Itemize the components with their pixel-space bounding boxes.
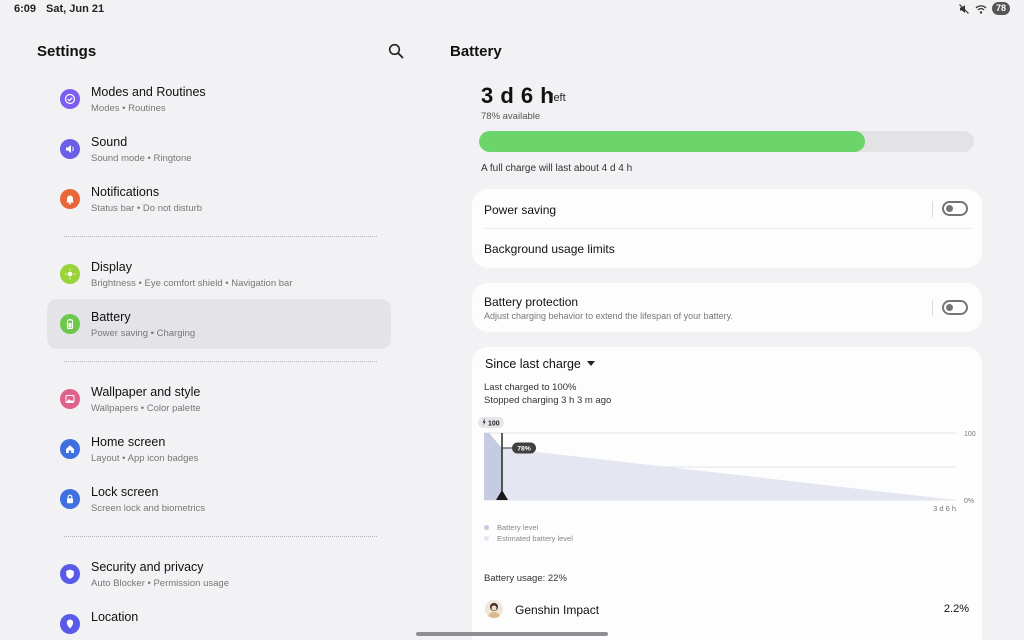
legend-estimated-battery-level: Estimated battery level bbox=[497, 534, 573, 543]
home-indicator[interactable] bbox=[416, 632, 608, 636]
time-left-value: 3 d 6 h bbox=[481, 83, 555, 108]
legend-dot-battery-level bbox=[484, 525, 489, 530]
since-last-charge-dropdown[interactable]: Since last charge bbox=[485, 357, 581, 371]
x-axis-end-label: 3 d 6 h bbox=[933, 504, 956, 513]
menu-item-label: Wallpaper and style bbox=[91, 385, 201, 399]
battery-usage-chart: 100 78% 100 0% 3 d 6 h bbox=[478, 417, 976, 513]
legend-dot-estimated bbox=[484, 536, 489, 541]
shield-icon bbox=[60, 564, 80, 584]
search-icon[interactable] bbox=[388, 43, 404, 59]
app-usage-percent: 2.2% bbox=[943, 603, 969, 615]
legend-battery-level: Battery level bbox=[497, 523, 539, 532]
usage-card: Since last charge Last charged to 100% S… bbox=[472, 347, 982, 640]
menu-item-security-and-privacy[interactable]: Security and privacy Auto Blocker • Perm… bbox=[47, 549, 391, 599]
menu-item-sub: Auto Blocker • Permission usage bbox=[91, 578, 229, 589]
stopped-charging-text: Stopped charging 3 h 3 m ago bbox=[484, 395, 612, 406]
menu-item-label: Battery bbox=[91, 310, 131, 324]
menu-item-home-screen[interactable]: Home screen Layout • App icon badges bbox=[47, 424, 391, 474]
home-icon bbox=[60, 439, 80, 459]
battery-level-bar bbox=[479, 131, 974, 152]
toggle-knob bbox=[946, 205, 953, 212]
menu-item-sub: Brightness • Eye comfort shield • Naviga… bbox=[91, 278, 293, 289]
power-card: Power saving Background usage limits bbox=[472, 189, 982, 268]
battery-protection-toggle[interactable] bbox=[942, 300, 968, 315]
status-time: 6:09 bbox=[14, 3, 37, 15]
menu-divider bbox=[47, 349, 391, 374]
menu-item-notifications[interactable]: Notifications Status bar • Do not distur… bbox=[47, 174, 391, 224]
menu-item-sub: Power saving • Charging bbox=[91, 328, 196, 339]
menu-item-sound[interactable]: Sound Sound mode • Ringtone bbox=[47, 124, 391, 174]
background-usage-limits-label[interactable]: Background usage limits bbox=[484, 242, 615, 256]
picture-icon bbox=[60, 389, 80, 409]
y-axis-top-label: 100 bbox=[964, 431, 976, 438]
menu-item-label: Home screen bbox=[91, 435, 166, 449]
battery-protection-card: Battery protection Adjust charging behav… bbox=[472, 283, 982, 332]
row-separator bbox=[932, 300, 933, 316]
location-icon bbox=[60, 614, 80, 634]
menu-item-label: Lock screen bbox=[91, 485, 159, 499]
wifi-icon bbox=[975, 4, 987, 14]
menu-item-location[interactable]: Location bbox=[47, 599, 391, 640]
battery-usage-total: Battery usage: 22% bbox=[484, 573, 567, 584]
start-badge-label: 100 bbox=[488, 421, 500, 428]
menu-item-label: Display bbox=[91, 260, 132, 274]
battery-level-fill bbox=[479, 131, 866, 152]
genshin-impact-app-icon bbox=[485, 600, 503, 618]
status-bar: 6:09 Sat, Jun 21 78 bbox=[0, 0, 1024, 20]
power-saving-toggle[interactable] bbox=[942, 201, 968, 216]
menu-item-sub: Layout • App icon badges bbox=[91, 453, 199, 464]
y-axis-bottom-label: 0% bbox=[964, 498, 974, 505]
battery-level-area bbox=[484, 433, 502, 500]
menu-item-wallpaper-and-style[interactable]: Wallpaper and style Wallpapers • Color p… bbox=[47, 374, 391, 424]
battery-protection-label[interactable]: Battery protection bbox=[484, 295, 578, 309]
estimated-battery-area bbox=[502, 448, 956, 500]
menu-item-sub: Screen lock and biometrics bbox=[91, 503, 206, 514]
card-divider bbox=[484, 228, 972, 229]
battery-icon bbox=[60, 314, 80, 334]
speaker-icon bbox=[60, 139, 80, 159]
check-circle-icon bbox=[60, 89, 80, 109]
menu-item-sub: Sound mode • Ringtone bbox=[91, 153, 192, 164]
menu-item-modes-and-routines[interactable]: Modes and Routines Modes • Routines bbox=[47, 74, 391, 124]
time-left-suffix: left bbox=[551, 92, 566, 104]
status-icons: 78 bbox=[958, 2, 1010, 15]
toggle-knob bbox=[946, 304, 953, 311]
bell-icon bbox=[60, 189, 80, 209]
menu-item-label: Sound bbox=[91, 135, 128, 149]
menu-item-sub: Status bar • Do not disturb bbox=[91, 203, 203, 214]
battery-protection-sub: Adjust charging behavior to extend the l… bbox=[484, 311, 733, 321]
dropdown-caret-icon[interactable] bbox=[587, 361, 595, 366]
settings-title: Settings bbox=[37, 43, 97, 60]
full-charge-estimate: A full charge will last about 4 d 4 h bbox=[481, 163, 633, 174]
mute-icon bbox=[959, 3, 969, 14]
battery-available: 78% available bbox=[481, 111, 541, 122]
menu-divider bbox=[47, 524, 391, 549]
menu-item-battery[interactable]: Battery Power saving • Charging bbox=[47, 299, 391, 349]
menu-item-label: Modes and Routines bbox=[91, 85, 206, 99]
battery-page-title: Battery bbox=[450, 43, 502, 60]
sun-icon bbox=[60, 264, 80, 284]
menu-item-label: Notifications bbox=[91, 185, 160, 199]
menu-item-label: Security and privacy bbox=[91, 560, 204, 574]
menu-item-sub: Wallpapers • Color palette bbox=[91, 403, 201, 414]
menu-item-display[interactable]: Display Brightness • Eye comfort shield … bbox=[47, 249, 391, 299]
settings-menu: Modes and Routines Modes • Routines Soun… bbox=[47, 74, 391, 640]
menu-divider bbox=[47, 224, 391, 249]
menu-item-label: Location bbox=[91, 610, 139, 624]
menu-item-sub: Modes • Routines bbox=[91, 103, 166, 114]
battery-level-badge: 78 bbox=[991, 2, 1010, 15]
app-usage-name[interactable]: Genshin Impact bbox=[515, 603, 599, 617]
last-charged-text: Last charged to 100% bbox=[484, 382, 577, 393]
power-saving-label[interactable]: Power saving bbox=[484, 203, 556, 217]
row-separator bbox=[932, 201, 933, 217]
current-level-badge-label: 78% bbox=[517, 446, 531, 453]
status-date: Sat, Jun 21 bbox=[46, 3, 105, 15]
lock-icon bbox=[60, 489, 80, 509]
menu-item-lock-screen[interactable]: Lock screen Screen lock and biometrics bbox=[47, 474, 391, 524]
